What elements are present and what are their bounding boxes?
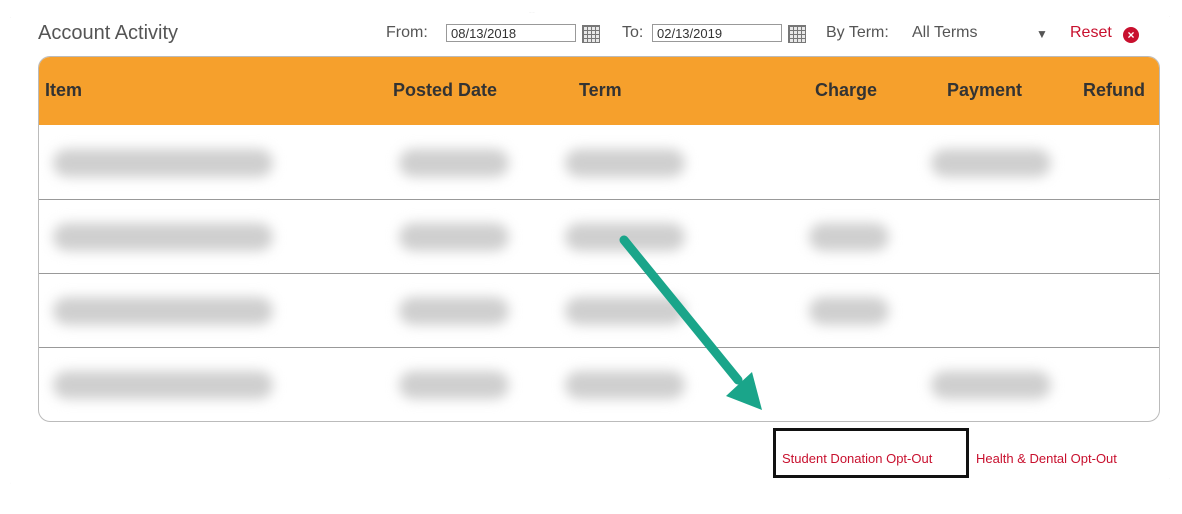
student-donation-opt-out-link[interactable]: Student Donation Opt-Out (782, 451, 932, 466)
health-dental-opt-out-link[interactable]: Health & Dental Opt-Out (976, 451, 1117, 466)
annotation-arrow-icon (619, 235, 762, 410)
